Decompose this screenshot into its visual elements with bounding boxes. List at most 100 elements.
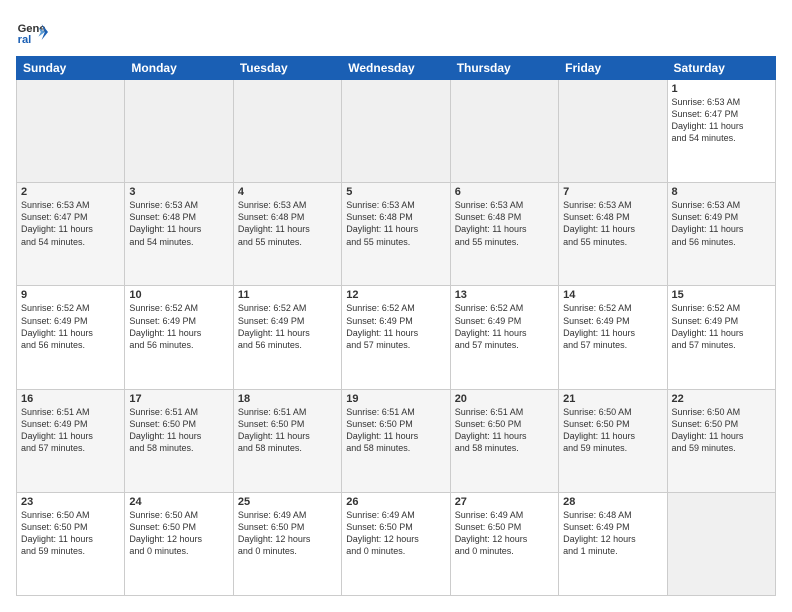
day-info: Sunrise: 6:49 AM Sunset: 6:50 PM Dayligh… <box>346 509 445 558</box>
day-info: Sunrise: 6:53 AM Sunset: 6:48 PM Dayligh… <box>129 199 228 248</box>
day-number: 1 <box>672 83 771 95</box>
calendar-header-saturday: Saturday <box>667 57 775 80</box>
day-info: Sunrise: 6:49 AM Sunset: 6:50 PM Dayligh… <box>238 509 337 558</box>
day-info: Sunrise: 6:52 AM Sunset: 6:49 PM Dayligh… <box>455 302 554 351</box>
day-info: Sunrise: 6:49 AM Sunset: 6:50 PM Dayligh… <box>455 509 554 558</box>
day-number: 8 <box>672 186 771 198</box>
day-number: 11 <box>238 289 337 301</box>
day-info: Sunrise: 6:50 AM Sunset: 6:50 PM Dayligh… <box>21 509 120 558</box>
calendar-header-friday: Friday <box>559 57 667 80</box>
calendar-week-2: 2Sunrise: 6:53 AM Sunset: 6:47 PM Daylig… <box>17 183 776 286</box>
day-info: Sunrise: 6:51 AM Sunset: 6:49 PM Dayligh… <box>21 406 120 455</box>
calendar-header-wednesday: Wednesday <box>342 57 450 80</box>
day-info: Sunrise: 6:52 AM Sunset: 6:49 PM Dayligh… <box>129 302 228 351</box>
day-info: Sunrise: 6:52 AM Sunset: 6:49 PM Dayligh… <box>672 302 771 351</box>
calendar-header-monday: Monday <box>125 57 233 80</box>
day-number: 16 <box>21 393 120 405</box>
calendar-cell: 1Sunrise: 6:53 AM Sunset: 6:47 PM Daylig… <box>667 80 775 183</box>
day-info: Sunrise: 6:48 AM Sunset: 6:49 PM Dayligh… <box>563 509 662 558</box>
calendar-cell <box>559 80 667 183</box>
calendar-cell <box>450 80 558 183</box>
day-info: Sunrise: 6:53 AM Sunset: 6:48 PM Dayligh… <box>455 199 554 248</box>
day-number: 28 <box>563 496 662 508</box>
day-number: 18 <box>238 393 337 405</box>
day-number: 20 <box>455 393 554 405</box>
calendar-cell: 5Sunrise: 6:53 AM Sunset: 6:48 PM Daylig… <box>342 183 450 286</box>
calendar-cell: 3Sunrise: 6:53 AM Sunset: 6:48 PM Daylig… <box>125 183 233 286</box>
calendar-cell: 7Sunrise: 6:53 AM Sunset: 6:48 PM Daylig… <box>559 183 667 286</box>
day-info: Sunrise: 6:52 AM Sunset: 6:49 PM Dayligh… <box>21 302 120 351</box>
day-number: 21 <box>563 393 662 405</box>
calendar-cell: 24Sunrise: 6:50 AM Sunset: 6:50 PM Dayli… <box>125 492 233 595</box>
day-number: 2 <box>21 186 120 198</box>
day-info: Sunrise: 6:50 AM Sunset: 6:50 PM Dayligh… <box>672 406 771 455</box>
logo: Gene ral <box>16 16 52 48</box>
calendar-cell: 22Sunrise: 6:50 AM Sunset: 6:50 PM Dayli… <box>667 389 775 492</box>
calendar-cell: 2Sunrise: 6:53 AM Sunset: 6:47 PM Daylig… <box>17 183 125 286</box>
day-number: 6 <box>455 186 554 198</box>
calendar-week-4: 16Sunrise: 6:51 AM Sunset: 6:49 PM Dayli… <box>17 389 776 492</box>
day-info: Sunrise: 6:53 AM Sunset: 6:48 PM Dayligh… <box>563 199 662 248</box>
calendar-cell: 11Sunrise: 6:52 AM Sunset: 6:49 PM Dayli… <box>233 286 341 389</box>
calendar-cell: 16Sunrise: 6:51 AM Sunset: 6:49 PM Dayli… <box>17 389 125 492</box>
calendar-week-1: 1Sunrise: 6:53 AM Sunset: 6:47 PM Daylig… <box>17 80 776 183</box>
day-info: Sunrise: 6:53 AM Sunset: 6:49 PM Dayligh… <box>672 199 771 248</box>
day-number: 13 <box>455 289 554 301</box>
calendar-week-5: 23Sunrise: 6:50 AM Sunset: 6:50 PM Dayli… <box>17 492 776 595</box>
calendar-header-row: SundayMondayTuesdayWednesdayThursdayFrid… <box>17 57 776 80</box>
day-number: 10 <box>129 289 228 301</box>
calendar-cell <box>342 80 450 183</box>
day-number: 7 <box>563 186 662 198</box>
calendar-cell: 8Sunrise: 6:53 AM Sunset: 6:49 PM Daylig… <box>667 183 775 286</box>
day-number: 27 <box>455 496 554 508</box>
logo-icon: Gene ral <box>16 16 48 48</box>
calendar-cell <box>125 80 233 183</box>
day-info: Sunrise: 6:52 AM Sunset: 6:49 PM Dayligh… <box>346 302 445 351</box>
header: Gene ral <box>16 16 776 48</box>
calendar-cell: 4Sunrise: 6:53 AM Sunset: 6:48 PM Daylig… <box>233 183 341 286</box>
calendar-cell: 20Sunrise: 6:51 AM Sunset: 6:50 PM Dayli… <box>450 389 558 492</box>
day-info: Sunrise: 6:50 AM Sunset: 6:50 PM Dayligh… <box>563 406 662 455</box>
calendar-cell: 28Sunrise: 6:48 AM Sunset: 6:49 PM Dayli… <box>559 492 667 595</box>
calendar-cell <box>17 80 125 183</box>
calendar-cell: 19Sunrise: 6:51 AM Sunset: 6:50 PM Dayli… <box>342 389 450 492</box>
day-info: Sunrise: 6:53 AM Sunset: 6:48 PM Dayligh… <box>238 199 337 248</box>
day-number: 19 <box>346 393 445 405</box>
day-number: 5 <box>346 186 445 198</box>
day-info: Sunrise: 6:52 AM Sunset: 6:49 PM Dayligh… <box>563 302 662 351</box>
day-info: Sunrise: 6:51 AM Sunset: 6:50 PM Dayligh… <box>238 406 337 455</box>
svg-text:ral: ral <box>18 34 32 46</box>
calendar-cell: 15Sunrise: 6:52 AM Sunset: 6:49 PM Dayli… <box>667 286 775 389</box>
day-info: Sunrise: 6:50 AM Sunset: 6:50 PM Dayligh… <box>129 509 228 558</box>
day-number: 12 <box>346 289 445 301</box>
calendar-header-sunday: Sunday <box>17 57 125 80</box>
calendar-cell: 10Sunrise: 6:52 AM Sunset: 6:49 PM Dayli… <box>125 286 233 389</box>
calendar-cell: 27Sunrise: 6:49 AM Sunset: 6:50 PM Dayli… <box>450 492 558 595</box>
day-number: 14 <box>563 289 662 301</box>
calendar-cell: 23Sunrise: 6:50 AM Sunset: 6:50 PM Dayli… <box>17 492 125 595</box>
day-number: 17 <box>129 393 228 405</box>
calendar-cell: 9Sunrise: 6:52 AM Sunset: 6:49 PM Daylig… <box>17 286 125 389</box>
calendar-cell: 25Sunrise: 6:49 AM Sunset: 6:50 PM Dayli… <box>233 492 341 595</box>
day-number: 9 <box>21 289 120 301</box>
day-number: 4 <box>238 186 337 198</box>
day-info: Sunrise: 6:53 AM Sunset: 6:48 PM Dayligh… <box>346 199 445 248</box>
calendar-table: SundayMondayTuesdayWednesdayThursdayFrid… <box>16 56 776 596</box>
day-info: Sunrise: 6:52 AM Sunset: 6:49 PM Dayligh… <box>238 302 337 351</box>
calendar-header-thursday: Thursday <box>450 57 558 80</box>
day-number: 23 <box>21 496 120 508</box>
calendar-week-3: 9Sunrise: 6:52 AM Sunset: 6:49 PM Daylig… <box>17 286 776 389</box>
calendar-cell: 17Sunrise: 6:51 AM Sunset: 6:50 PM Dayli… <box>125 389 233 492</box>
day-number: 3 <box>129 186 228 198</box>
day-info: Sunrise: 6:51 AM Sunset: 6:50 PM Dayligh… <box>346 406 445 455</box>
calendar-cell: 6Sunrise: 6:53 AM Sunset: 6:48 PM Daylig… <box>450 183 558 286</box>
calendar-cell: 26Sunrise: 6:49 AM Sunset: 6:50 PM Dayli… <box>342 492 450 595</box>
day-info: Sunrise: 6:53 AM Sunset: 6:47 PM Dayligh… <box>672 96 771 145</box>
day-number: 26 <box>346 496 445 508</box>
day-number: 22 <box>672 393 771 405</box>
calendar-header-tuesday: Tuesday <box>233 57 341 80</box>
calendar-cell <box>667 492 775 595</box>
calendar-cell: 18Sunrise: 6:51 AM Sunset: 6:50 PM Dayli… <box>233 389 341 492</box>
day-info: Sunrise: 6:51 AM Sunset: 6:50 PM Dayligh… <box>455 406 554 455</box>
day-number: 15 <box>672 289 771 301</box>
